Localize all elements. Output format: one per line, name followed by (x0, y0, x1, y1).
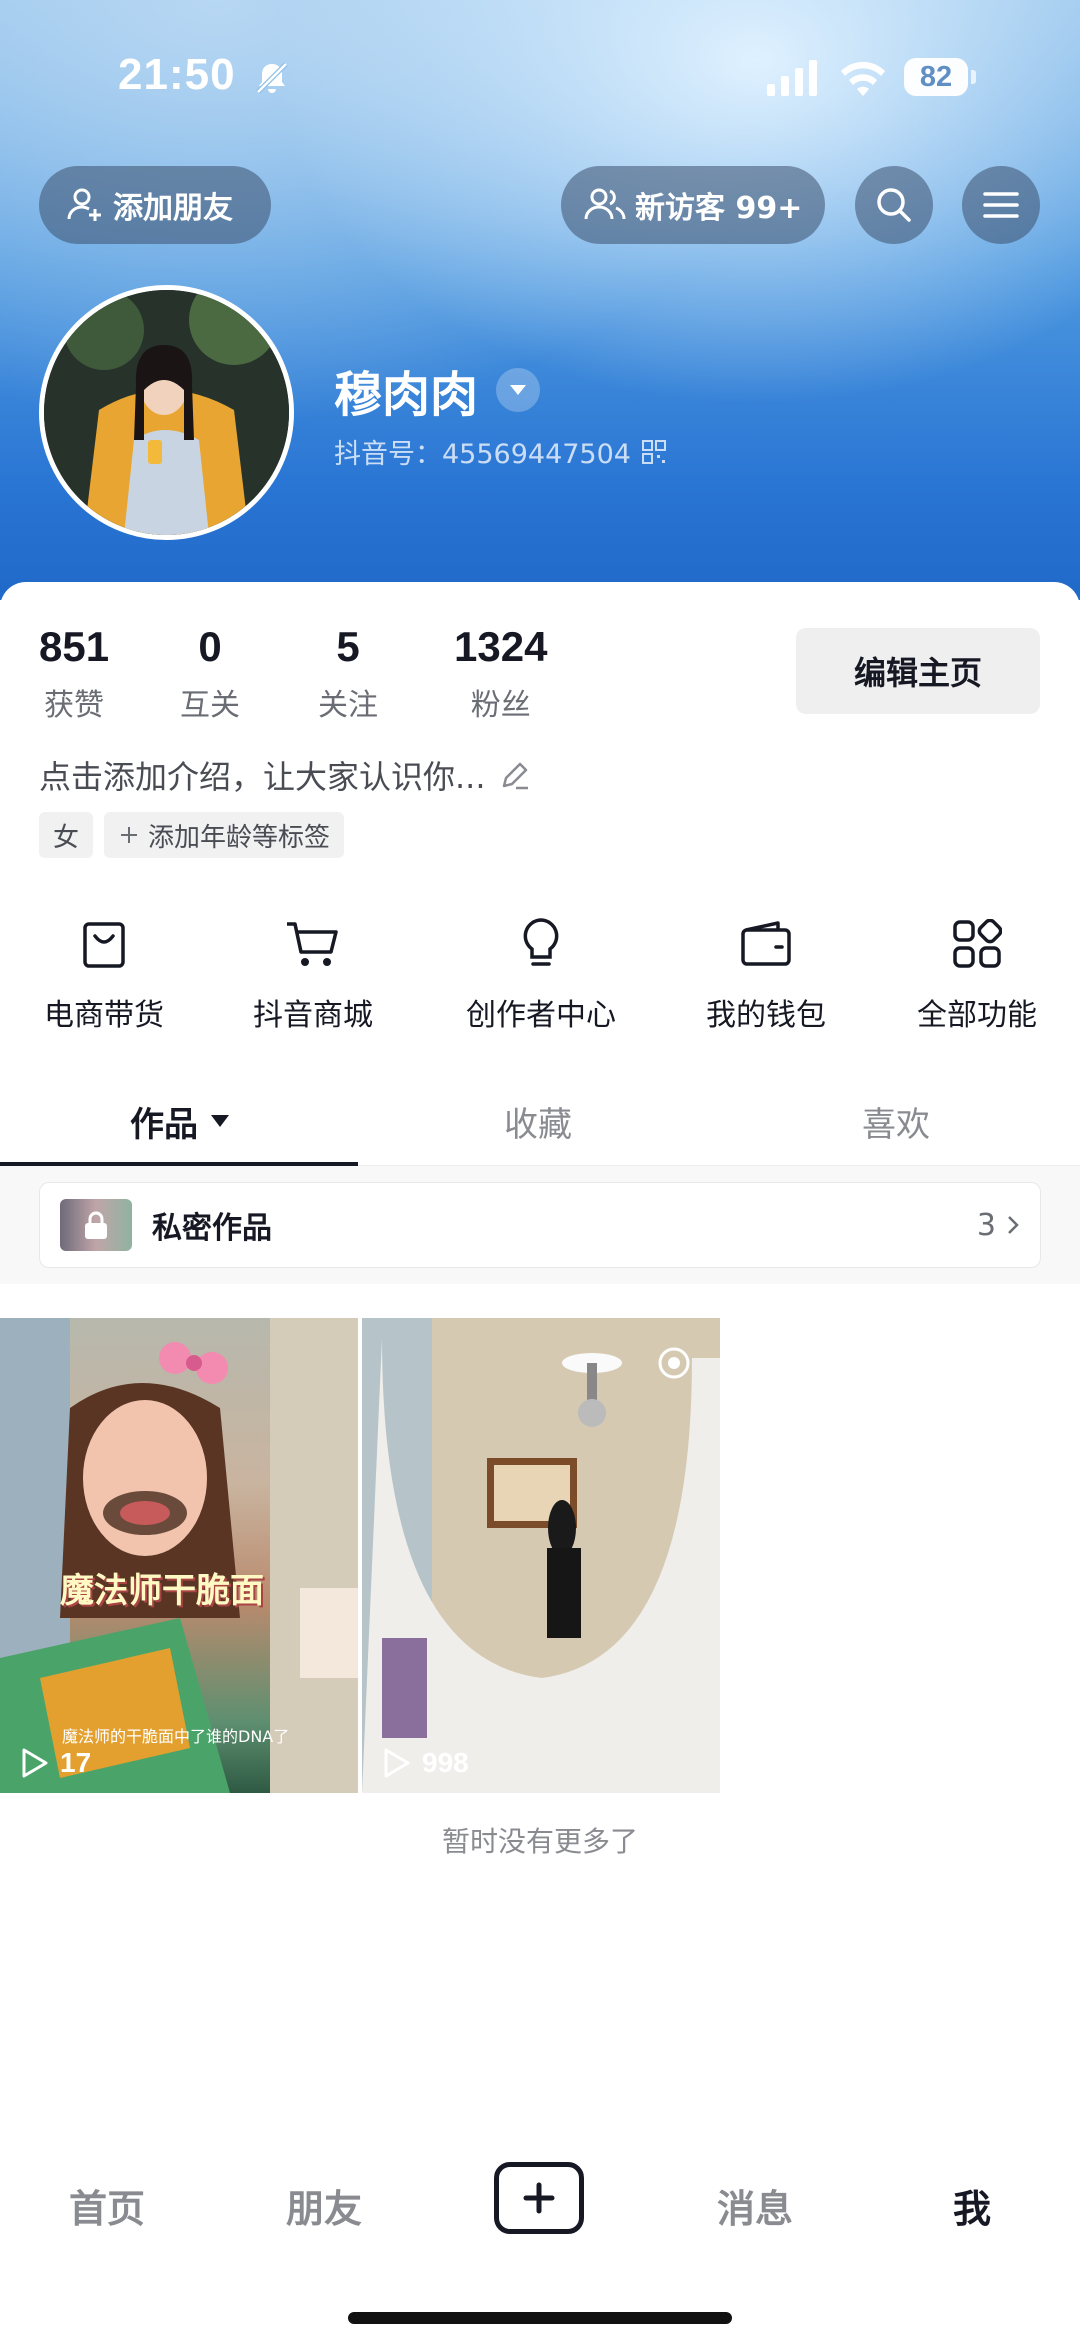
stat-value: 1324 (454, 623, 548, 670)
bottom-navigation: 首页 朋友 消息 我 (0, 2150, 1080, 2255)
cart-icon (287, 922, 338, 966)
private-works-section: 私密作品 3 (0, 1166, 1080, 1284)
stat-label: 粉丝 (470, 688, 531, 723)
plus-icon (121, 827, 137, 843)
private-works-count: 3 (976, 1207, 996, 1243)
stat-mutual[interactable]: 0 互关 (180, 626, 240, 724)
pencil-icon (502, 762, 528, 790)
video-thumbnail[interactable]: 998 (362, 1318, 720, 1793)
stat-value: 5 (336, 623, 360, 670)
profile-header: 21:50 82 添加朋友 新访客 99+ 穆肉肉 抖音号：4556944750… (0, 0, 1080, 600)
new-visitors-label: 新访客 99+ (635, 191, 803, 226)
tab-works[interactable]: 作品 (0, 1077, 360, 1165)
account-switch-button[interactable] (496, 368, 541, 412)
play-count: 17 (20, 1747, 91, 1779)
stat-label: 关注 (318, 688, 378, 723)
nav-me[interactable]: 我 (953, 2178, 991, 2233)
function-wallet[interactable]: 我的钱包 (676, 912, 856, 1034)
function-label: 创作者中心 (466, 998, 616, 1033)
menu-button[interactable] (962, 166, 1040, 244)
search-button[interactable] (855, 166, 933, 244)
nav-messages[interactable]: 消息 (717, 2178, 793, 2233)
bulb-icon (523, 918, 559, 966)
video-cover-image (362, 1318, 720, 1793)
video-thumbnail[interactable]: 魔法师干脆面 魔法师的干脆面中了谁的DNA了 17 (0, 1318, 358, 1793)
menu-icon (983, 192, 1019, 218)
private-works-title: 私密作品 (152, 1211, 272, 1246)
function-all[interactable]: 全部功能 (887, 912, 1067, 1034)
douyin-id: 抖音号：45569447504 (334, 439, 631, 470)
stat-label: 互关 (180, 688, 240, 723)
add-friend-label: 添加朋友 (113, 191, 233, 226)
grid-icon (953, 919, 1002, 968)
bag-icon (83, 922, 125, 968)
function-creator-center[interactable]: 创作者中心 (451, 912, 631, 1034)
gender-tag[interactable]: 女 (39, 812, 94, 858)
edit-profile-button[interactable]: 编辑主页 (796, 628, 1040, 714)
function-ecommerce[interactable]: 电商带货 (14, 912, 194, 1034)
lock-icon (85, 1211, 107, 1239)
video-subtitle: 魔法师的干脆面中了谁的DNA了 (62, 1727, 290, 1746)
wallet-icon (741, 921, 791, 966)
play-icon (22, 1748, 48, 1778)
function-mall[interactable]: 抖音商城 (223, 912, 403, 1034)
signal-icon (767, 60, 817, 96)
stat-value: 851 (39, 623, 110, 670)
home-indicator (348, 2312, 732, 2324)
play-count-value: 998 (422, 1747, 469, 1778)
private-works-thumbnail (60, 1199, 132, 1251)
play-count: 998 (382, 1747, 469, 1779)
end-of-list-message: 暂时没有更多了 (441, 1825, 638, 1858)
profile-name: 穆肉肉 (334, 367, 479, 423)
add-user-icon (67, 188, 101, 221)
video-caption: 魔法师干脆面 (60, 1571, 264, 1611)
profile-name-row[interactable]: 穆肉肉 (334, 355, 541, 425)
qr-code-icon[interactable] (641, 439, 667, 465)
new-visitors-button[interactable]: 新访客 99+ (561, 166, 825, 244)
add-tag-label: 添加年龄等标签 (148, 822, 331, 853)
stat-likes[interactable]: 851 获赞 (39, 626, 109, 724)
play-icon (384, 1748, 410, 1778)
status-bar: 21:50 82 (0, 0, 1080, 150)
avatar[interactable] (39, 285, 294, 540)
content-tabs: 作品 收藏 喜欢 (0, 1077, 1080, 1166)
function-label: 抖音商城 (253, 998, 373, 1033)
bio-text: 点击添加介绍，让大家认识你... (39, 758, 486, 796)
tab-favorites[interactable]: 收藏 (358, 1077, 718, 1165)
tab-works-label: 作品 (130, 1104, 198, 1145)
play-count-value: 17 (60, 1747, 92, 1778)
private-works-entry[interactable]: 私密作品 3 (39, 1182, 1041, 1268)
stat-value: 0 (198, 623, 222, 670)
battery-indicator: 82 (904, 58, 976, 98)
douyin-id-row[interactable]: 抖音号：45569447504 (334, 432, 667, 471)
function-label: 电商带货 (44, 998, 164, 1033)
add-friend-button[interactable]: 添加朋友 (39, 166, 271, 244)
plus-icon (523, 2182, 555, 2214)
nav-friends[interactable]: 朋友 (286, 2178, 362, 2233)
users-icon (584, 188, 626, 220)
stat-following[interactable]: 5 关注 (318, 626, 378, 724)
wifi-icon (841, 61, 885, 96)
tab-likes[interactable]: 喜欢 (716, 1077, 1076, 1165)
mute-bell-icon (256, 62, 288, 94)
avatar-photo (44, 290, 289, 535)
triangle-down-icon (510, 385, 527, 395)
stat-followers[interactable]: 1324 粉丝 (454, 626, 547, 724)
triangle-down-icon (211, 1115, 229, 1127)
add-tag-button[interactable]: 添加年龄等标签 (104, 812, 345, 858)
bio-placeholder[interactable]: 点击添加介绍，让大家认识你... (39, 752, 532, 798)
nav-home[interactable]: 首页 (69, 2178, 145, 2233)
function-label: 我的钱包 (706, 998, 826, 1033)
status-time: 21:50 (118, 50, 236, 99)
function-label: 全部功能 (917, 998, 1037, 1033)
chevron-right-icon (1008, 1216, 1019, 1234)
stat-label: 获赞 (44, 688, 105, 723)
battery-level: 82 (904, 58, 968, 96)
create-post-button[interactable] (494, 2162, 584, 2234)
video-cover-image (0, 1318, 358, 1793)
search-icon (877, 188, 911, 222)
